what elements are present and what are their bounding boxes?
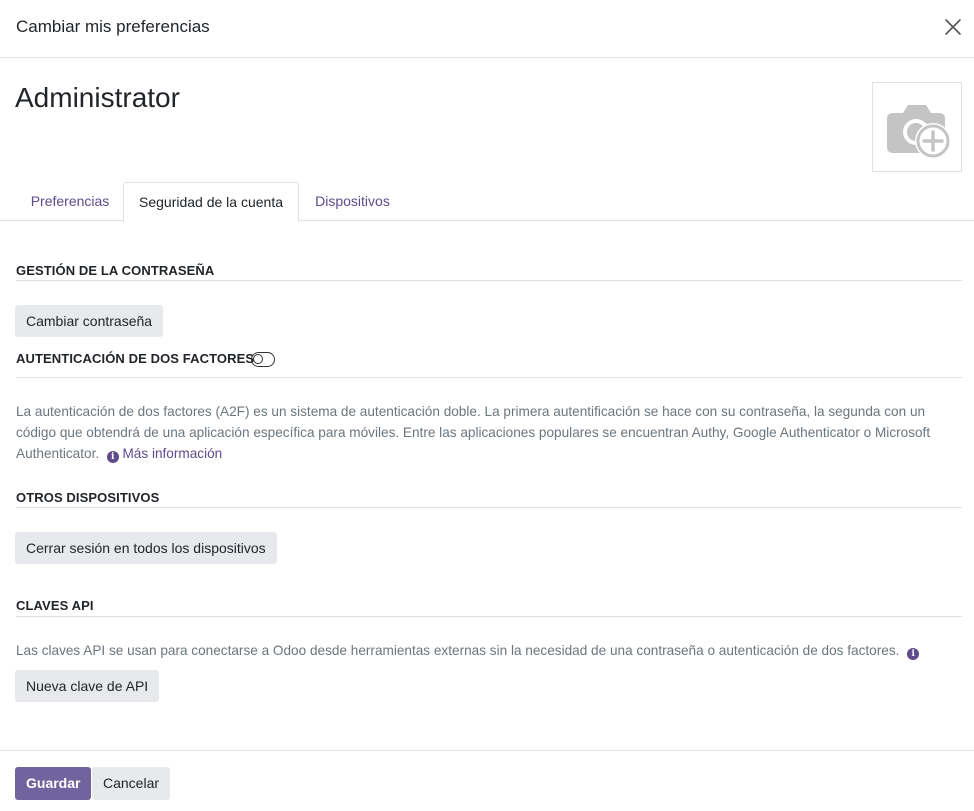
- two-factor-section-title: AUTENTICACIÓN DE DOS FACTORES: [16, 351, 255, 366]
- cancel-button[interactable]: Cancelar: [92, 767, 171, 800]
- camera-plus-icon: [887, 105, 951, 159]
- more-info-label: Más información: [122, 446, 223, 461]
- api-keys-description-text: Las claves API se usan para conectarse a…: [16, 643, 900, 658]
- avatar-upload[interactable]: [872, 82, 962, 172]
- change-password-button[interactable]: Cambiar contraseña: [15, 305, 164, 337]
- other-devices-section-title: OTROS DISPOSITIVOS: [16, 490, 160, 505]
- section-divider: [16, 377, 962, 378]
- tab-bar: Preferencias Seguridad de la cuenta Disp…: [0, 182, 974, 222]
- api-keys-description: Las claves API se usan para conectarse a…: [16, 640, 962, 661]
- section-divider: [16, 616, 962, 617]
- two-factor-description: La autenticación de dos factores (A2F) e…: [16, 401, 962, 464]
- new-api-key-button[interactable]: Nueva clave de API: [15, 670, 160, 702]
- api-keys-section-title: CLAVES API: [16, 598, 94, 613]
- logout-all-devices-button[interactable]: Cerrar sesión en todos los dispositivos: [15, 532, 277, 564]
- dialog-footer: Guardar Cancelar: [0, 750, 974, 811]
- preferences-dialog: Cambiar mis preferencias Administrator P…: [0, 0, 974, 811]
- section-divider: [16, 507, 962, 508]
- two-factor-toggle[interactable]: [251, 352, 275, 367]
- dialog-title: Cambiar mis preferencias: [16, 17, 210, 36]
- close-icon: [945, 19, 961, 35]
- info-icon[interactable]: i: [907, 648, 920, 660]
- toggle-knob: [253, 354, 263, 364]
- info-icon: i: [106, 451, 119, 463]
- tab-preferencias[interactable]: Preferencias: [16, 182, 124, 221]
- tab-dispositivos[interactable]: Dispositivos: [299, 182, 406, 221]
- save-button[interactable]: Guardar: [15, 767, 92, 800]
- dialog-header: Cambiar mis preferencias: [0, 0, 974, 58]
- user-name-title: Administrator: [15, 82, 180, 113]
- password-section-title: GESTIÓN DE LA CONTRASEÑA: [16, 263, 215, 278]
- more-info-link[interactable]: i Más información: [103, 446, 223, 463]
- close-button[interactable]: [942, 16, 964, 38]
- tab-seguridad[interactable]: Seguridad de la cuenta: [123, 182, 299, 222]
- section-divider: [16, 280, 962, 281]
